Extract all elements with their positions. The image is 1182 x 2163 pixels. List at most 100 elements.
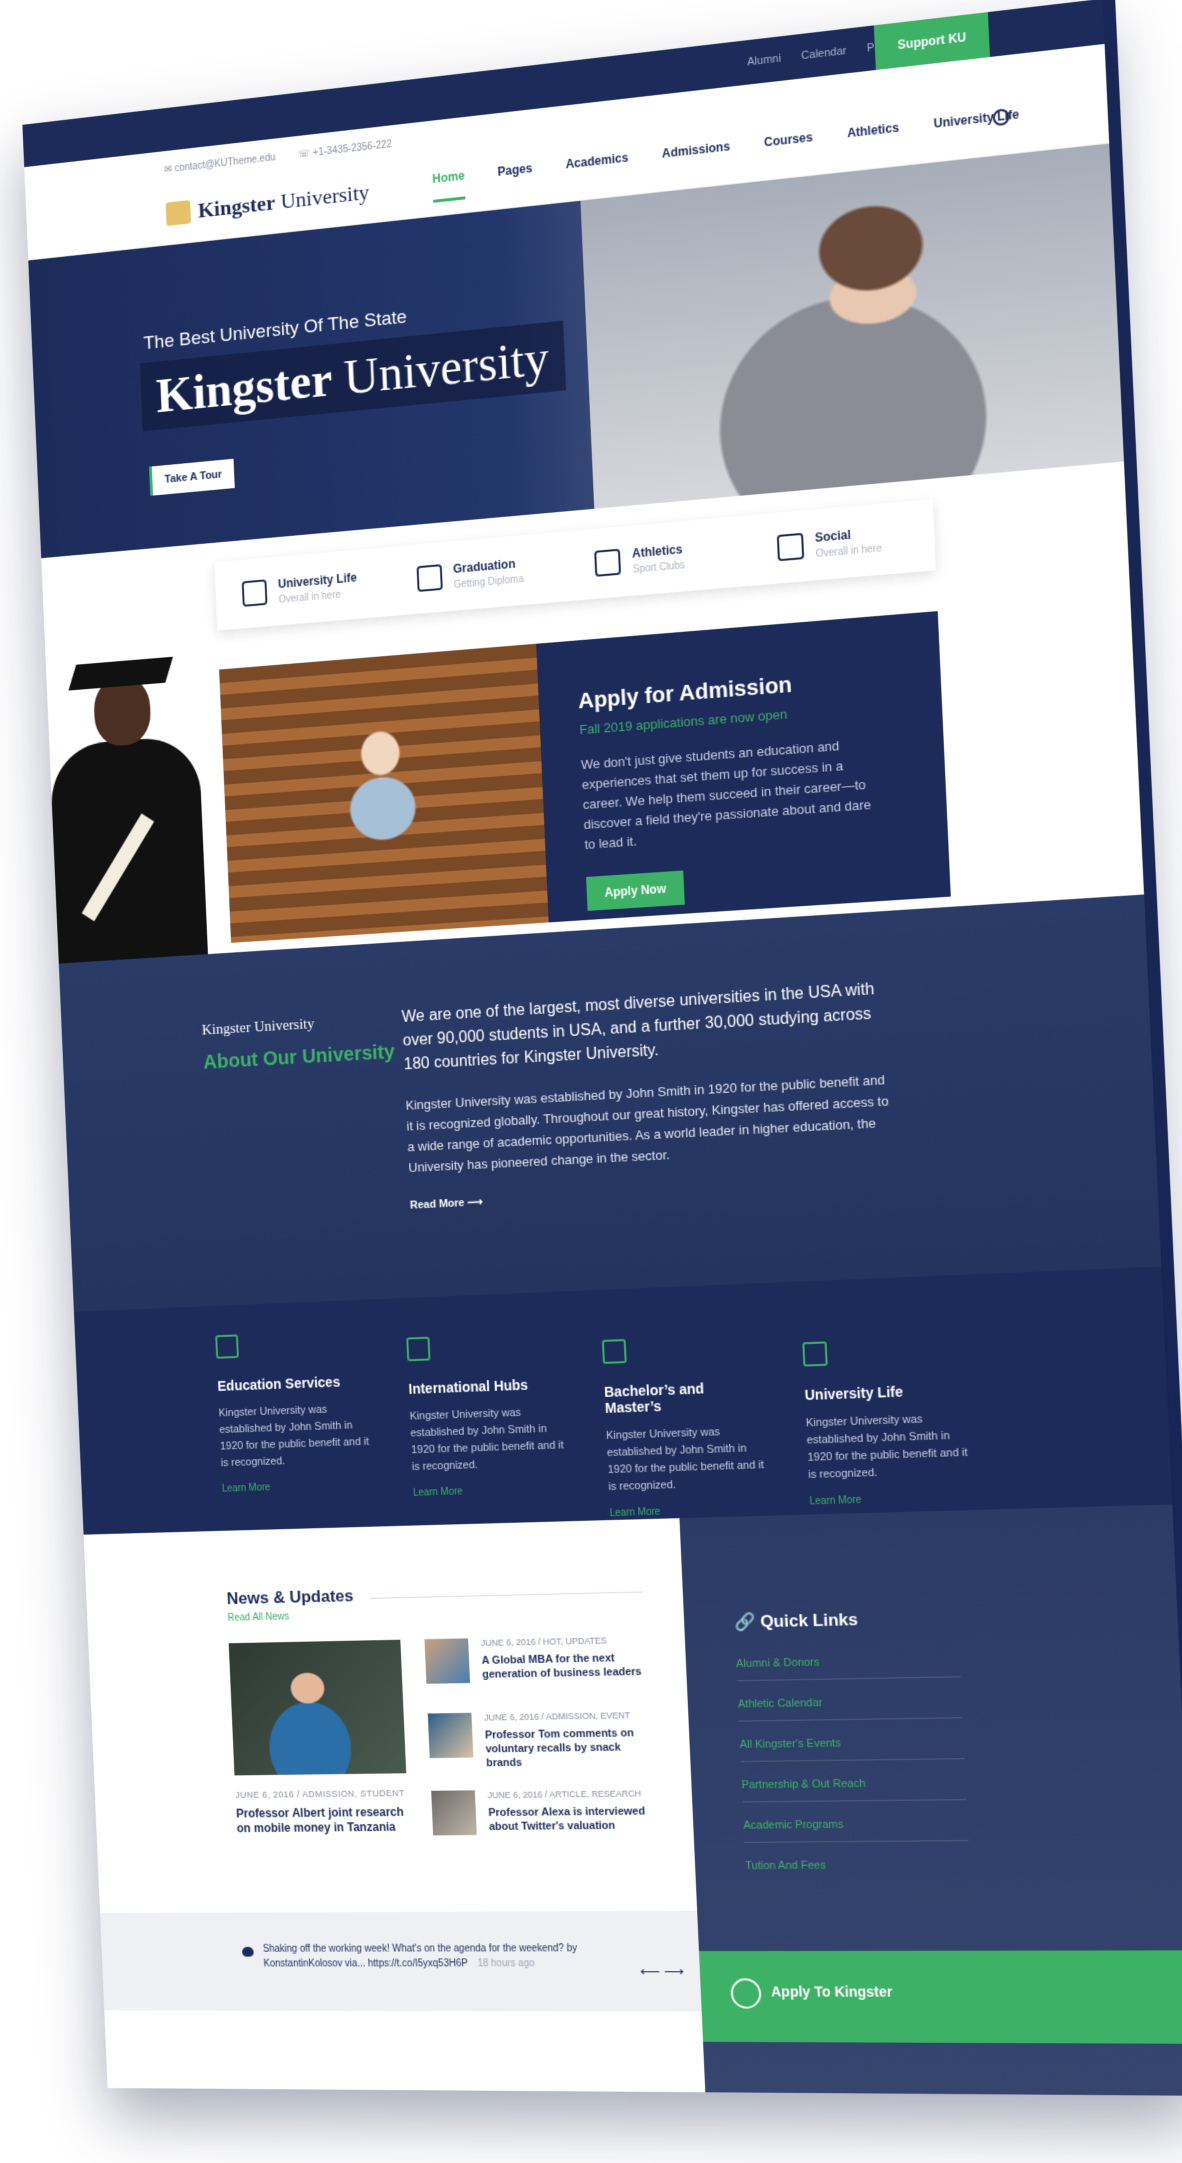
hero-title-bold: Kingster [155, 350, 334, 424]
service-text: Kingster University was established by J… [605, 1426, 765, 1494]
nav-academics[interactable]: Academics [565, 150, 629, 188]
news-item: JUNE 6, 2016 / ARTICLE, RESEARCH Profess… [431, 1788, 659, 1850]
news-title[interactable]: Professor Alexa is interviewed about Twi… [488, 1804, 657, 1834]
read-more-link[interactable]: Read More ⟶ [410, 1195, 483, 1211]
professor-photo [219, 643, 549, 943]
service-text: Kingster University was established by J… [805, 1413, 968, 1482]
about-logo: Kingster University [201, 1016, 315, 1039]
service-title: University Life [804, 1383, 904, 1404]
news-title[interactable]: A Global MBA for the next generation of … [481, 1651, 649, 1682]
quick-link[interactable]: Partnership & Out Reach [741, 1776, 967, 1803]
service-card: University Life Kingster University was … [800, 1275, 974, 1515]
service-text: Kingster University was established by J… [409, 1406, 565, 1474]
tab-label: Graduation [452, 556, 516, 576]
nav-home[interactable]: Home [432, 168, 466, 203]
service-link[interactable]: Learn More [222, 1479, 375, 1494]
news-meta: JUNE 6, 2016 / ARTICLE, RESEARCH [487, 1788, 642, 1801]
admission-box: Apply for Admission Fall 2019 applicatio… [536, 611, 951, 923]
about-text: Kingster University was established by J… [405, 1072, 889, 1176]
nav-athletics[interactable]: Athletics [847, 120, 900, 157]
tweet-time: 18 hours ago [477, 1958, 535, 1970]
about-heading: About Our University [202, 1041, 396, 1074]
admission-text: We don't just give students an education… [580, 738, 872, 853]
quick-link[interactable]: Alumni & Donors [735, 1653, 961, 1682]
graduation-cap-icon [416, 564, 443, 593]
service-title: International Hubs [408, 1376, 529, 1397]
service-link[interactable]: Learn More [413, 1483, 569, 1498]
quick-links-title: Quick Links [759, 1609, 859, 1632]
service-card: Education Services Kingster University w… [214, 1300, 376, 1531]
tweet-text: Shaking off the working week! What's on … [263, 1941, 633, 1971]
email-value: contact@KUTheme.edu [174, 152, 276, 175]
tab-sub: Overall in here [815, 542, 883, 560]
apply-now-button[interactable]: Apply Now [586, 870, 685, 911]
service-text: Kingster University was established by J… [218, 1403, 370, 1470]
hero-title-rest: University [330, 329, 550, 406]
education-icon [215, 1334, 239, 1359]
news-title[interactable]: Professor Tom comments on voluntary reca… [485, 1726, 654, 1770]
logo-text: Kingster University [197, 179, 369, 223]
globe-icon [406, 1336, 431, 1362]
about-section: Kingster University About Our University… [58, 894, 1162, 1312]
graduate-image [36, 637, 209, 969]
tab-sub: Getting Diploma [453, 573, 524, 591]
tab-sub: Sport Clubs [632, 559, 685, 576]
news-heading: News & Updates [226, 1586, 354, 1609]
read-all-news-link[interactable]: Read All News [227, 1612, 289, 1624]
tweet-nav-arrows[interactable]: ⟵ ⟶ [640, 1963, 685, 1980]
tab-label: Social [814, 527, 852, 545]
news-thumbnail[interactable] [431, 1790, 477, 1836]
phone-value: +1-3435-2356-222 [312, 139, 393, 159]
take-tour-button[interactable]: Take A Tour [148, 458, 235, 496]
email-text: ✉ contact@KUTheme.edu [163, 152, 276, 176]
quick-link[interactable]: Academic Programs [743, 1817, 969, 1843]
logo-crest-icon [165, 200, 192, 227]
certificate-icon [601, 1339, 627, 1364]
tab-university-life[interactable]: University Life Overall in here [214, 547, 391, 631]
news-thumbnail[interactable] [427, 1712, 474, 1759]
building-icon [241, 579, 268, 607]
divider [369, 1591, 643, 1599]
news-title[interactable]: Professor Albert joint research on mobil… [236, 1805, 409, 1836]
building-icon [802, 1341, 828, 1367]
nav-courses[interactable]: Courses [764, 130, 814, 167]
graduate-cap [68, 656, 174, 691]
tab-label: Athletics [631, 541, 683, 561]
news-main-image[interactable] [228, 1639, 407, 1776]
news-item: JUNE 6, 2016 / HOT, UPDATES A Global MBA… [424, 1635, 652, 1699]
hero-student-photo [580, 143, 1125, 510]
twitter-icon [242, 1946, 254, 1957]
quick-links-section: 🔗 Quick Links Alumni & Donors Athletic C… [679, 1504, 1182, 2096]
news-section: News & Updates Read All News JUNE 6, 201… [83, 1518, 706, 2093]
quick-link[interactable]: All Kingster's Events [739, 1735, 965, 1763]
network-icon [776, 532, 804, 562]
top-link-alumni[interactable]: Alumni [747, 52, 781, 68]
quick-link[interactable]: Tution And Fees [745, 1858, 970, 1882]
news-meta: JUNE 6, 2016 / ADMISSION, STUDENT [235, 1788, 405, 1800]
services-section: Education Services Kingster University w… [73, 1266, 1173, 1535]
crest-icon [730, 1978, 762, 2009]
nav-pages[interactable]: Pages [497, 161, 533, 196]
logo-bold: Kingster [197, 189, 276, 223]
logo-rest: University [274, 179, 370, 215]
tweet-bar: Shaking off the working week! What's on … [100, 1910, 702, 2012]
tab-label: University Life [277, 570, 358, 591]
service-card: International Hubs Kingster University w… [404, 1292, 570, 1526]
news-item: JUNE 6, 2016 / ADMISSION, EVENT Professo… [427, 1710, 656, 1773]
service-title: Education Services [217, 1373, 341, 1394]
site-logo[interactable]: Kingster University [165, 179, 370, 227]
tab-graduation[interactable]: Graduation Getting Diploma [388, 531, 569, 616]
quick-links-heading: 🔗 Quick Links [733, 1609, 859, 1632]
apply-to-kingster-bar[interactable]: Apply To Kingster [698, 1950, 1182, 2044]
service-card: Bachelor’s and Master’s Kingster Univers… [600, 1283, 770, 1520]
service-link[interactable]: Learn More [809, 1492, 973, 1508]
nav-admissions[interactable]: Admissions [662, 139, 731, 178]
news-meta: JUNE 6, 2016 / ADMISSION, EVENT [484, 1710, 631, 1723]
about-lead: We are one of the largest, most diverse … [401, 980, 875, 1074]
top-link-calendar[interactable]: Calendar [801, 45, 847, 62]
news-thumbnail[interactable] [424, 1638, 471, 1684]
website-mockup: Alumni Calendar Portal Support KU ✉ cont… [22, 0, 1182, 2096]
quick-link[interactable]: Athletic Calendar [737, 1694, 963, 1722]
phone-text: ☏ +1-3435-2356-222 [297, 139, 393, 161]
service-title: Bachelor’s and Master’s [603, 1380, 705, 1416]
